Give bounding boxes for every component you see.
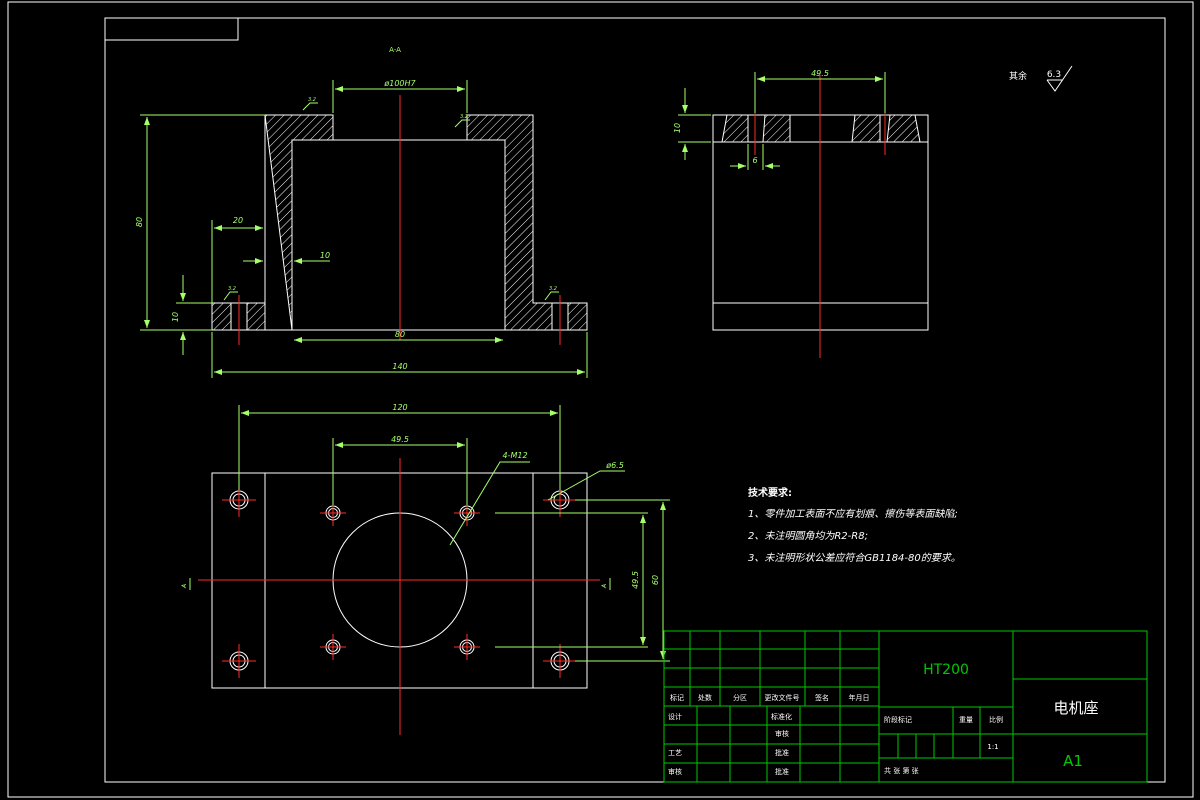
dim-thread: 4-M12 [502, 451, 527, 460]
rev-header-3: 分区 [733, 693, 747, 702]
drawing-no: A1 [1063, 752, 1083, 770]
tech-req-item-1: 1、零件加工表面不应有划痕、擦伤等表面缺陷; [748, 508, 958, 520]
drawing-canvas: A-A ø100H7 80 20 10 10 80 140 3.2 3.2 3.… [7, 1, 1194, 798]
row-standard: 标准化 [771, 712, 792, 721]
sheet-text: 共 张 第 张 [884, 766, 919, 775]
row-verify-2: 批准 [775, 767, 789, 776]
dim-height: 80 [135, 217, 144, 227]
dim-bore: ø100H7 [383, 79, 416, 88]
dim-flange: 10 [171, 312, 180, 322]
tech-req-item-2: 2、未注明圆角均为R2-R8; [748, 530, 868, 542]
front-view: ø100H7 80 20 10 10 80 140 3.2 3.2 3.2 3.… [135, 79, 588, 378]
roughness-mark-2: 3.2 [460, 114, 468, 120]
dim-v495: 49.5 [631, 571, 640, 589]
dim-side-top: 49.5 [811, 69, 829, 78]
section-mark-right: A [601, 584, 608, 589]
dim-top-495: 49.5 [391, 435, 409, 444]
rev-header-4: 更改文件号 [765, 693, 800, 702]
part-name: 电机座 [1053, 699, 1098, 717]
row-approve: 批准 [775, 748, 789, 757]
side-view: 49.5 10 6 [673, 69, 929, 358]
rev-header-6: 年月日 [849, 693, 870, 702]
dim-wall: 10 [320, 251, 330, 260]
scale-label: 比例 [989, 715, 1003, 724]
roughness-mark-4: 3.2 [549, 286, 557, 292]
dim-inner: 80 [395, 330, 405, 339]
rev-header-2: 处数 [698, 693, 712, 702]
roughness-note: 其余 6.3 [1009, 65, 1073, 92]
top-view: 120 49.5 4-M12 ø6.5 49.5 60 A A [181, 403, 670, 735]
section-label: A-A [389, 46, 401, 54]
row-verify: 审核 [668, 767, 682, 776]
dim-side-thick: 10 [673, 123, 682, 133]
dim-top-120: 120 [392, 403, 407, 412]
weight-label: 重量 [959, 716, 973, 724]
row-process: 工艺 [668, 749, 682, 757]
roughness-note-label: 其余 [1009, 70, 1027, 82]
title-block: 标记 处数 分区 更改文件号 签名 年月日 设计 标准化 审核 工艺 批准 审核… [663, 630, 1148, 783]
dim-left-20: 20 [233, 216, 243, 225]
dim-side-hole: 6 [752, 156, 757, 165]
roughness-note-value: 6.3 [1047, 70, 1061, 80]
row-design: 设计 [668, 712, 682, 721]
dim-hole-dia: ø6.5 [605, 461, 624, 470]
stage-label: 阶段标记 [884, 715, 912, 724]
section-mark-left: A [181, 584, 188, 589]
rev-header-5: 签名 [815, 693, 829, 702]
rev-header-1: 标记 [670, 693, 684, 702]
tech-req-item-3: 3、未注明形状公差应符合GB1184-80的要求。 [748, 552, 961, 564]
tech-req-title: 技术要求: [748, 486, 792, 499]
tech-requirements: 技术要求: 1、零件加工表面不应有划痕、擦伤等表面缺陷; 2、未注明圆角均为R2… [748, 486, 961, 564]
row-check: 审核 [775, 729, 789, 738]
roughness-mark-3: 3.2 [228, 286, 236, 292]
scale-value: 1:1 [987, 743, 998, 751]
material: HT200 [923, 662, 969, 678]
roughness-mark-1: 3.2 [308, 97, 316, 103]
dim-v60: 60 [651, 575, 660, 585]
drawing-frame [7, 1, 1194, 798]
dim-total: 140 [392, 362, 407, 371]
